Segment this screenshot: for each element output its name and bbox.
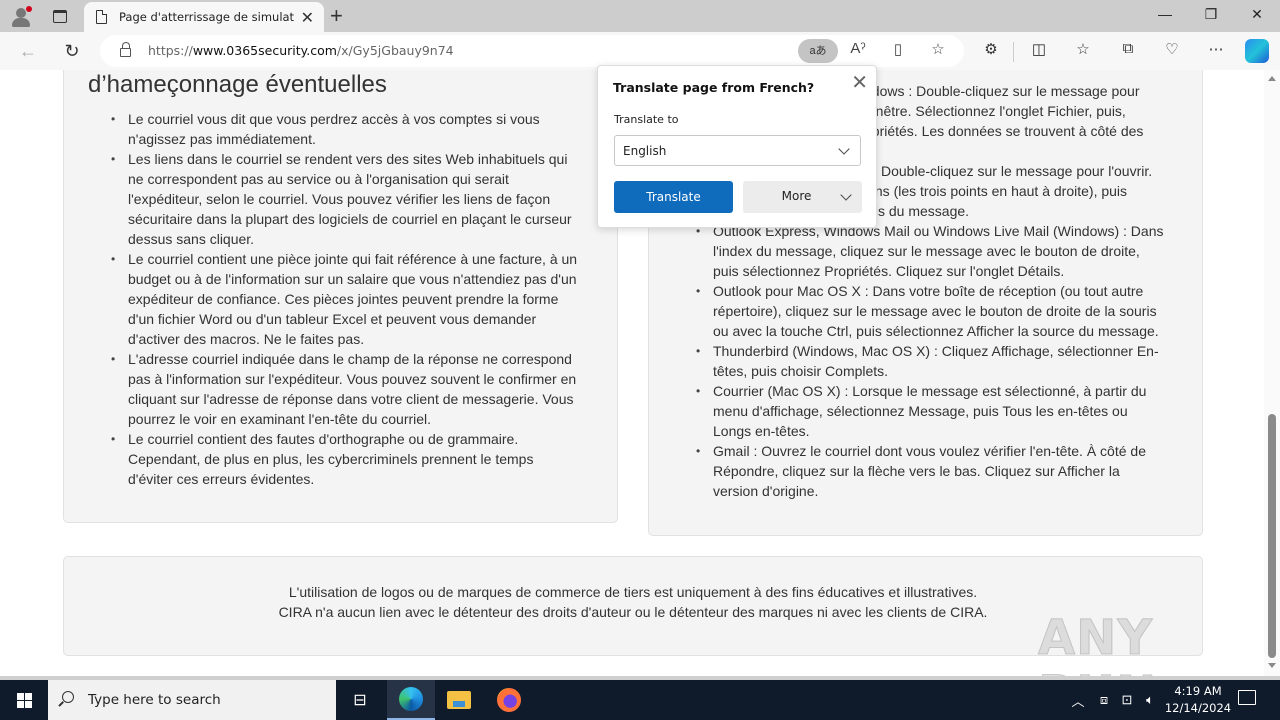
phishing-signs-panel: d’hameçonnage éventuelles Le courriel vo… [63,70,618,523]
list-item: Outlook Express, Windows Mail ou Windows… [696,221,1166,281]
list-item: Courrier (Mac OS X) : Lorsque le message… [696,381,1166,441]
url-path: /x/Gy5jGbauy9n74 [336,43,454,58]
edge-icon [399,687,423,711]
split-screen-icon[interactable]: ◫ [1026,40,1052,58]
tab-actions-icon[interactable] [46,4,74,28]
translate-popup: Translate page from French? ✕ Translate … [597,65,877,228]
partial-text-block: ndows : Double-cliquez sur le message po… [864,81,1184,221]
firefox-button[interactable] [485,680,533,720]
restore-icon[interactable]: ❐ [1188,6,1234,23]
disclaimer-line-2: CIRA n'a aucun lien avec le détenteur de… [278,604,988,620]
file-explorer-button[interactable] [435,680,483,720]
disclaimer-text: L'utilisation de logos ou de marques de … [64,582,1202,622]
copilot-icon[interactable] [1245,39,1269,63]
extensions-icon[interactable]: ⚙ [978,40,1004,58]
lock-icon[interactable] [120,42,131,57]
new-tab-icon[interactable]: + [330,3,343,29]
url-host: www.0365security.com [192,43,337,58]
footer-disclaimer: L'utilisation de logos ou de marques de … [63,556,1203,656]
meet-now-icon[interactable]: ⧈ [1094,680,1114,720]
partial-line: ails du message. [864,203,970,219]
email-client-list: Outlook Express, Windows Mail ou Windows… [696,221,1166,501]
taskbar-search[interactable]: Type here to search [48,680,336,720]
firefox-icon [497,688,521,712]
folder-icon [447,691,471,709]
browser-essentials-icon[interactable]: ♡ [1159,40,1185,58]
translate-button[interactable]: Translate [614,181,733,213]
translate-icon[interactable]: aあ [798,39,838,63]
network-icon[interactable]: ⊡ [1117,680,1137,720]
favorites-icon[interactable]: ☆ [1070,40,1096,58]
list-item: Le courriel contient des fautes d'orthog… [111,429,581,489]
scrollbar-thumb[interactable] [1268,414,1276,658]
read-aloud-icon[interactable]: A͏ˀ [846,40,870,57]
document-icon [96,10,107,24]
scroll-up-icon[interactable] [1268,76,1276,81]
taskbar: Type here to search ⊟ ︿ ⧈ ⊡ 🔈︎ 4:19 AM 1… [0,680,1280,720]
volume-icon[interactable]: 🔈︎ [1140,680,1160,720]
vertical-scrollbar[interactable] [1264,70,1280,676]
partial-line: Double-cliquez sur le message pour l'ouv… [881,163,1153,179]
windows-logo-icon [16,692,32,708]
search-placeholder: Type here to search [88,692,221,708]
list-item: Les liens dans le courriel se rendent ve… [111,149,581,249]
edge-taskbar-button[interactable] [387,680,435,720]
refresh-icon[interactable]: ↻ [58,39,86,63]
search-icon [62,691,74,703]
tab-active[interactable]: Page d'atterrissage de simulation ✕ [84,2,324,32]
translate-to-label: Translate to [614,113,679,126]
start-button[interactable] [0,680,48,720]
toolbar-separator [1013,42,1014,62]
popup-title: Translate page from French? [613,80,815,95]
tab-bar: Page d'atterrissage de simulation ✕ + — … [0,0,1280,32]
language-select[interactable]: English [614,135,861,166]
chevron-down-icon [838,143,850,155]
collections-icon[interactable]: ⧉ [1115,40,1141,57]
disclaimer-line-1: L'utilisation de logos ou de marques de … [288,584,978,600]
list-item: Outlook pour Mac OS X : Dans votre boîte… [696,281,1166,341]
profile-icon[interactable] [8,4,36,28]
scroll-down-icon[interactable] [1268,663,1276,668]
show-hidden-icons[interactable]: ︿ [1068,680,1088,720]
more-button-label: More [781,189,812,203]
partial-line: opriétés. Les données se trouvent à côté… [864,123,1144,139]
list-item: Le courriel contient une pièce jointe qu… [111,249,581,349]
clock-date: 12/14/2024 [1164,701,1232,715]
section-heading: d’hameçonnage éventuelles [88,71,387,98]
list-item: Thunderbird (Windows, Mac OS X) : Clique… [696,341,1166,381]
partial-line: ndows : Double-cliquez sur le message po… [864,83,1140,99]
list-item: L'adresse courriel indiquée dans le cham… [111,349,581,429]
minimize-icon[interactable]: — [1142,6,1188,22]
partial-line: ions (les trois points en haut à droite)… [864,183,1128,199]
task-view-icon[interactable]: ⊟ [336,680,384,720]
address-bar[interactable]: https://www.0365security.com/x/Gy5jGbauy… [100,35,964,67]
anyrun-watermark: ANY RUN [1038,610,1157,677]
selected-language: English [623,144,667,158]
system-clock[interactable]: 4:19 AM 12/14/2024 [1158,683,1238,717]
more-icon[interactable]: ⋯ [1203,40,1229,58]
immersive-reader-icon[interactable]: ▯ [886,40,910,58]
clock-time: 4:19 AM [1174,684,1222,698]
tab-title: Page d'atterrissage de simulation [119,10,295,24]
close-icon[interactable]: ✕ [851,70,868,95]
close-window-icon[interactable]: ✕ [1234,6,1280,23]
more-button[interactable]: More [743,181,862,213]
list-item: Le courriel vous dit que vous perdrez ac… [111,109,581,149]
close-tab-icon[interactable]: ✕ [301,8,314,28]
favorite-star-icon[interactable]: ☆ [926,40,950,58]
partial-line: fenêtre. Sélectionnez l'onglet Fichier, … [864,103,1126,119]
notification-icon[interactable] [1238,690,1256,705]
phishing-signs-list: Le courriel vous dit que vous perdrez ac… [111,109,581,489]
url-prefix: https:// [148,43,193,58]
back-icon[interactable]: ← [14,39,42,63]
list-item: Gmail : Ouvrez le courriel dont vous vou… [696,441,1166,501]
url-text[interactable]: https://www.0365security.com/x/Gy5jGbauy… [148,43,454,58]
